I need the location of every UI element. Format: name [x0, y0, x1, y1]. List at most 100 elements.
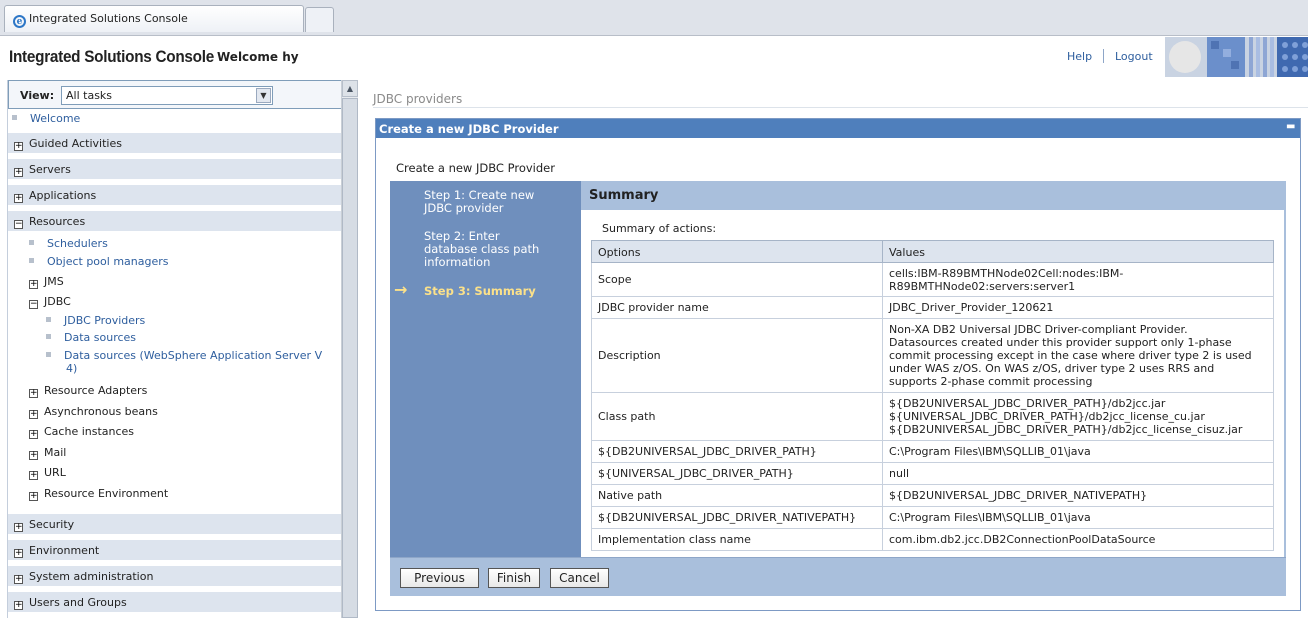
value-cell: C:\Program Files\IBM\SQLLIB_01\java: [882, 506, 1274, 529]
nav-category-label: Users and Groups: [29, 596, 127, 609]
expand-icon[interactable]: +: [14, 142, 23, 151]
nav-category-applications[interactable]: + Applications: [8, 185, 341, 205]
view-select[interactable]: All tasks ▼: [61, 86, 273, 105]
breadcrumb: JDBC providers: [373, 92, 463, 106]
nav-item-welcome[interactable]: Welcome: [12, 112, 80, 125]
previous-button[interactable]: Previous: [400, 568, 479, 588]
wizard-button-bar: Previous Finish Cancel: [390, 557, 1286, 596]
wizard-step-1[interactable]: Step 1: Create new JDBC provider: [424, 189, 534, 215]
option-cell: JDBC provider name: [591, 296, 883, 319]
nav-category-resources[interactable]: − Resources: [8, 211, 341, 231]
expand-icon[interactable]: +: [14, 601, 23, 610]
nav-item-label: Data sources: [64, 331, 137, 344]
chevron-down-icon[interactable]: ▼: [256, 88, 271, 103]
browser-tab-title: Integrated Solutions Console: [29, 12, 188, 25]
nav-category-security[interactable]: + Security: [8, 514, 341, 534]
expand-icon[interactable]: +: [29, 410, 38, 419]
header-separator: [1103, 49, 1104, 63]
table-row: Native path ${DB2UNIVERSAL_JDBC_DRIVER_N…: [591, 484, 1274, 507]
nav-category-guided-activities[interactable]: + Guided Activities: [8, 133, 341, 153]
nav-item-object-pool-managers[interactable]: Object pool managers: [29, 255, 169, 268]
nav-scrollbar[interactable]: ▲: [341, 80, 358, 618]
value-line: Datasources created under this provider …: [889, 336, 1232, 349]
help-link[interactable]: Help: [1067, 50, 1092, 63]
nav-item-schedulers[interactable]: Schedulers: [29, 237, 108, 250]
expand-icon[interactable]: +: [14, 575, 23, 584]
expand-icon[interactable]: +: [29, 280, 38, 289]
nav-category-label: Security: [29, 518, 75, 531]
nav-item-welcome-label: Welcome: [30, 112, 81, 125]
nav-subgroup-resource-environment[interactable]: + Resource Environment: [29, 487, 168, 501]
expand-icon[interactable]: +: [14, 194, 23, 203]
nav-subgroup-label: JDBC: [44, 295, 71, 308]
cancel-button[interactable]: Cancel: [550, 568, 609, 588]
panel-header: Create a new JDBC Provider ▬: [376, 119, 1300, 138]
value-cell: cells:IBM-R89BMTHNode02Cell:nodes:IBM- R8…: [882, 262, 1274, 297]
collapse-icon[interactable]: −: [29, 300, 38, 309]
nav-item-data-sources[interactable]: Data sources: [46, 331, 136, 344]
expand-icon[interactable]: +: [29, 430, 38, 439]
value-cell: C:\Program Files\IBM\SQLLIB_01\java: [882, 440, 1274, 463]
nav-category-system-administration[interactable]: + System administration: [8, 566, 341, 586]
table-row: ${DB2UNIVERSAL_JDBC_DRIVER_PATH} C:\Prog…: [591, 440, 1274, 463]
expand-icon[interactable]: +: [29, 451, 38, 460]
expand-icon[interactable]: +: [29, 471, 38, 480]
table-row: Class path ${DB2UNIVERSAL_JDBC_DRIVER_PA…: [591, 392, 1274, 441]
nav-category-label: Applications: [29, 189, 97, 202]
scroll-up-icon[interactable]: ▲: [342, 80, 358, 97]
nav-category-users-and-groups[interactable]: + Users and Groups: [8, 592, 341, 612]
collapse-icon[interactable]: −: [14, 220, 23, 229]
table-header-row: Options Values: [591, 240, 1274, 263]
expand-icon[interactable]: +: [14, 523, 23, 532]
view-filter: View: All tasks ▼: [8, 80, 341, 109]
logout-link[interactable]: Logout: [1115, 50, 1153, 63]
nav-category-label: Resources: [29, 215, 86, 228]
table-row: Scope cells:IBM-R89BMTHNode02Cell:nodes:…: [591, 262, 1274, 297]
browser-tab[interactable]: e Integrated Solutions Console: [4, 5, 304, 32]
scrollbar-thumb[interactable]: [342, 98, 358, 618]
value-line: ${UNIVERSAL_JDBC_DRIVER_PATH}/db2jcc_lic…: [889, 410, 1205, 423]
option-cell: Scope: [591, 262, 883, 297]
value-line: cells:IBM-R89BMTHNode02Cell:nodes:IBM-: [889, 266, 1124, 280]
value-cell: ${DB2UNIVERSAL_JDBC_DRIVER_NATIVEPATH}: [882, 484, 1274, 507]
summary-title: Summary: [581, 181, 1286, 210]
nav-subgroup-cache-instances[interactable]: + Cache instances: [29, 425, 134, 439]
wizard-step-2[interactable]: Step 2: Enter database class path inform…: [424, 230, 539, 269]
expand-icon[interactable]: +: [14, 168, 23, 177]
nav-subgroup-label: Cache instances: [44, 425, 135, 438]
value-line: Non-XA DB2 Universal JDBC Driver-complia…: [889, 323, 1188, 336]
nav-subgroup-jms[interactable]: + JMS: [29, 275, 64, 289]
expand-icon[interactable]: +: [29, 389, 38, 398]
finish-button[interactable]: Finish: [488, 568, 540, 588]
value-line: under WAS z/OS. On WAS z/OS, driver type…: [889, 362, 1215, 375]
table-row: Implementation class name com.ibm.db2.jc…: [591, 528, 1274, 551]
bullet-icon: [46, 352, 51, 357]
nav-item-data-sources-was4[interactable]: Data sources (WebSphere Application Serv…: [46, 349, 322, 362]
nav-subgroup-label: Mail: [44, 446, 67, 459]
nav-category-label: Servers: [29, 163, 71, 176]
expand-icon[interactable]: +: [29, 492, 38, 501]
nav-subgroup-resource-adapters[interactable]: + Resource Adapters: [29, 384, 147, 398]
console-banner: Integrated Solutions Console Welcome hy …: [0, 37, 1308, 77]
nav-subgroup-mail[interactable]: + Mail: [29, 446, 66, 460]
value-cell: ${DB2UNIVERSAL_JDBC_DRIVER_PATH}/db2jcc.…: [882, 392, 1274, 441]
summary-table: Options Values Scope cells:IBM-R89BMTHNo…: [591, 240, 1274, 551]
nav-subgroup-url[interactable]: + URL: [29, 466, 66, 480]
breadcrumb-divider: [373, 107, 1308, 108]
expand-icon[interactable]: +: [14, 549, 23, 558]
minimize-icon[interactable]: ▬: [1286, 122, 1296, 132]
value-line: commit processing except in the case whe…: [889, 349, 1252, 362]
nav-category-servers[interactable]: + Servers: [8, 159, 341, 179]
welcome-user: Welcome hy: [217, 50, 299, 64]
browser-tab-strip: e Integrated Solutions Console: [0, 0, 1308, 36]
view-label: View:: [20, 89, 55, 102]
nav-subgroup-label: JMS: [44, 275, 64, 288]
new-tab-button[interactable]: [305, 7, 334, 32]
nav-category-environment[interactable]: + Environment: [8, 540, 341, 560]
nav-item-data-sources-was4-cont[interactable]: 4): [66, 362, 77, 375]
banner-decoration-graphic: [1165, 37, 1308, 77]
nav-subgroup-jdbc[interactable]: − JDBC: [29, 295, 71, 309]
nav-subgroup-asynchronous-beans[interactable]: + Asynchronous beans: [29, 405, 158, 419]
bullet-icon: [46, 317, 51, 322]
nav-item-jdbc-providers[interactable]: JDBC Providers: [46, 314, 145, 327]
